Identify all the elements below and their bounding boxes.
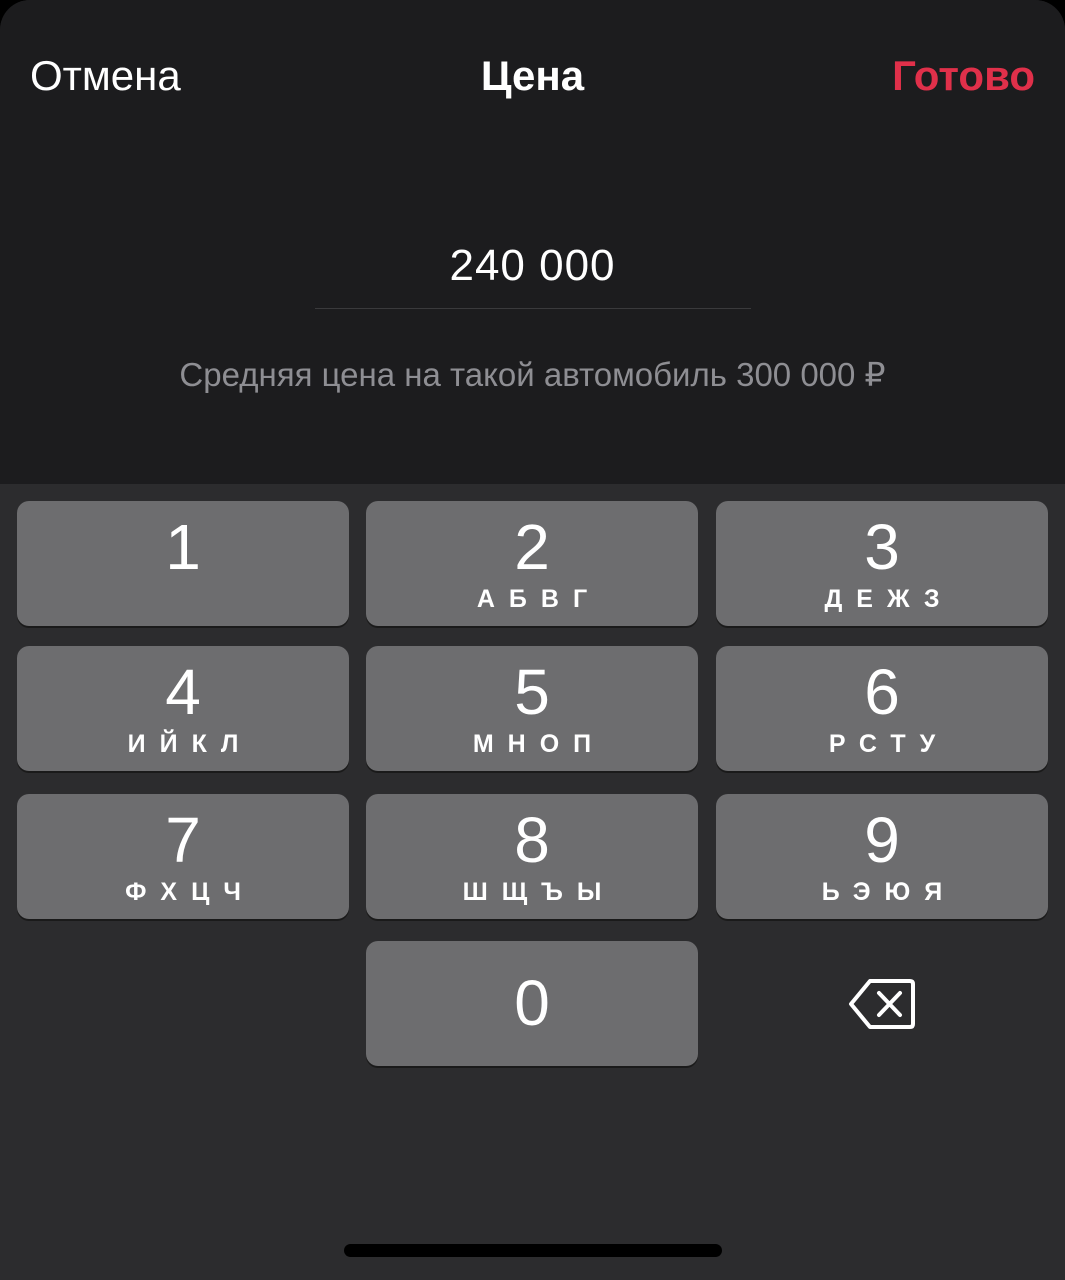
key-0[interactable]: 0 <box>366 941 698 1066</box>
key-digit: 0 <box>514 967 550 1039</box>
key-digit: 4 <box>165 656 201 728</box>
key-digit: 6 <box>864 656 900 728</box>
key-digit: 7 <box>165 804 201 876</box>
key-letters: АБВГ <box>476 585 602 613</box>
key-digit: 8 <box>514 804 550 876</box>
key-digit: 3 <box>864 511 900 583</box>
key-letters: РСТУ <box>828 730 950 758</box>
key-letters: ЬЭЮЯ <box>821 878 957 906</box>
backspace-button[interactable] <box>716 941 1048 1066</box>
home-indicator[interactable] <box>344 1244 722 1257</box>
done-button[interactable]: Готово <box>892 50 1035 102</box>
price-screen: Отмена Цена Готово Средняя цена на такой… <box>0 0 1065 1280</box>
key-8[interactable]: 8 ШЩЪЫ <box>366 794 698 919</box>
key-letters: ДЕЖЗ <box>824 585 954 613</box>
key-1[interactable]: 1 <box>17 501 349 626</box>
key-5[interactable]: 5 МНОП <box>366 646 698 771</box>
key-digit: 9 <box>864 804 900 876</box>
key-2[interactable]: 2 АБВГ <box>366 501 698 626</box>
key-6[interactable]: 6 РСТУ <box>716 646 1048 771</box>
price-input-underline <box>315 308 751 309</box>
average-price-hint: Средняя цена на такой автомобиль 300 000… <box>179 356 886 393</box>
key-letters: МНОП <box>472 730 606 758</box>
key-4[interactable]: 4 ИЙКЛ <box>17 646 349 771</box>
key-letters: ИЙКЛ <box>127 730 253 758</box>
key-9[interactable]: 9 ЬЭЮЯ <box>716 794 1048 919</box>
key-letters: ФХЦЧ <box>125 878 255 906</box>
key-7[interactable]: 7 ФХЦЧ <box>17 794 349 919</box>
price-entry-panel: Отмена Цена Готово Средняя цена на такой… <box>0 0 1065 484</box>
key-3[interactable]: 3 ДЕЖЗ <box>716 501 1048 626</box>
price-input[interactable] <box>315 236 750 296</box>
key-digit: 5 <box>514 656 550 728</box>
backspace-icon <box>849 978 915 1029</box>
key-digit: 2 <box>514 511 550 583</box>
key-digit: 1 <box>165 511 201 583</box>
key-letters: ШЩЪЫ <box>462 878 616 906</box>
numeric-keypad: 1 2 АБВГ 3 ДЕЖЗ 4 ИЙКЛ 5 МНОП 6 РСТУ 7 Ф… <box>0 484 1065 1280</box>
